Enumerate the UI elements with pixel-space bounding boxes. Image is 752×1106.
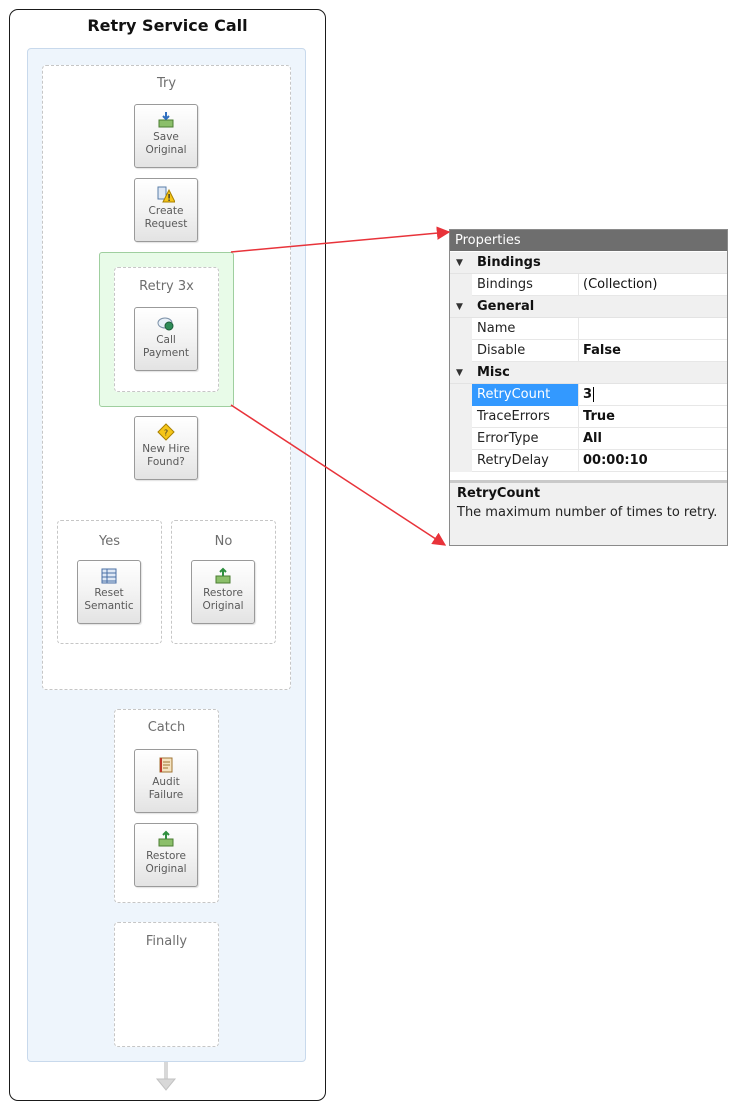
catch-label: Catch — [147, 720, 186, 735]
audit-failure-activity[interactable]: Audit Failure — [134, 749, 198, 813]
category-name: Bindings — [477, 255, 541, 270]
property-value[interactable]: (Collection) — [583, 274, 725, 296]
save-icon — [158, 112, 174, 128]
property-value[interactable]: 3 — [583, 387, 592, 402]
property-name: ErrorType — [472, 428, 579, 450]
property-name: Name — [472, 318, 579, 340]
property-name: TraceErrors — [472, 406, 579, 428]
restore-icon — [158, 830, 174, 847]
restore-original-activity[interactable]: Restore Original — [191, 560, 255, 624]
finally-label: Finally — [145, 934, 188, 949]
property-row-name[interactable]: Name — [450, 318, 727, 340]
description-title: RetryCount — [457, 486, 541, 501]
property-name: RetryDelay — [472, 450, 579, 472]
activity-label: Restore — [146, 850, 186, 862]
activity-label: Original — [145, 144, 187, 156]
activity-label: New Hire — [142, 443, 190, 455]
property-value[interactable]: 00:00:10 — [583, 450, 725, 472]
call-payment-activity[interactable]: Call Payment — [134, 307, 198, 371]
table-icon — [101, 568, 117, 584]
activity-label: Reset — [94, 587, 124, 599]
property-value-editor[interactable]: 3 — [583, 384, 725, 406]
property-value[interactable]: False — [583, 340, 725, 362]
new-hire-found-decision[interactable]: ? New Hire Found? — [134, 416, 198, 480]
property-value[interactable]: True — [583, 406, 725, 428]
property-value[interactable]: All — [583, 428, 725, 450]
property-row-bindings[interactable]: Bindings (Collection) — [450, 274, 727, 296]
flow-down-arrow — [155, 1062, 177, 1091]
activity-label: Original — [202, 600, 244, 612]
reset-semantic-activity[interactable]: Reset Semantic — [77, 560, 141, 624]
activity-label: Semantic — [84, 600, 134, 612]
property-row-retrycount[interactable]: RetryCount 3 — [450, 384, 727, 406]
text-caret — [593, 387, 595, 402]
activity-label: Restore — [203, 587, 243, 599]
activity-label: Save — [153, 131, 179, 143]
property-row-retrydelay[interactable]: RetryDelay 00:00:10 — [450, 450, 727, 472]
activity-label: Request — [144, 218, 188, 230]
create-request-activity[interactable]: Create Request — [134, 178, 198, 242]
category-name: Misc — [477, 365, 510, 380]
property-name: RetryCount — [472, 384, 579, 406]
category-bindings[interactable]: ▼ Bindings — [450, 252, 727, 274]
category-general[interactable]: ▼ General — [450, 296, 727, 318]
activity-label: Payment — [143, 347, 189, 359]
restore-icon — [215, 567, 231, 584]
try-label: Try — [156, 76, 177, 91]
property-value[interactable] — [583, 318, 725, 340]
property-row-disable[interactable]: Disable False — [450, 340, 727, 362]
category-misc[interactable]: ▼ Misc — [450, 362, 727, 384]
activity-label: Audit — [152, 776, 180, 788]
collapse-chevron-icon[interactable]: ▼ — [456, 252, 463, 274]
property-row-errortype[interactable]: ErrorType All — [450, 428, 727, 450]
activity-label: Create — [148, 205, 184, 217]
yes-branch-label: Yes — [99, 534, 120, 549]
catch-restore-original-activity[interactable]: Restore Original — [134, 823, 198, 887]
properties-panel[interactable]: Properties ▼ Bindings Bindings (Collecti… — [449, 229, 728, 546]
create-request-warning-icon — [157, 186, 175, 203]
decision-diamond-icon: ? — [157, 423, 175, 441]
property-name: Bindings — [472, 274, 579, 296]
activity-label: Found? — [147, 456, 185, 468]
activity-label: Failure — [148, 789, 184, 801]
description-text: The maximum number of times to retry. — [457, 505, 718, 520]
service-call-icon — [157, 317, 174, 331]
properties-header: Properties — [450, 230, 727, 251]
audit-book-icon — [159, 757, 173, 773]
activity-label: Original — [145, 863, 187, 875]
property-description: RetryCount The maximum number of times t… — [450, 480, 727, 545]
property-row-traceerrors[interactable]: TraceErrors True — [450, 406, 727, 428]
property-name: Disable — [472, 340, 579, 362]
save-original-activity[interactable]: Save Original — [134, 104, 198, 168]
retry-scope-label: Retry 3x — [139, 279, 194, 294]
collapse-chevron-icon[interactable]: ▼ — [456, 362, 463, 384]
svg-text:?: ? — [164, 429, 168, 438]
collapse-chevron-icon[interactable]: ▼ — [456, 296, 463, 318]
activity-label: Call — [156, 334, 176, 346]
no-branch-label: No — [214, 534, 233, 549]
category-name: General — [477, 299, 535, 314]
